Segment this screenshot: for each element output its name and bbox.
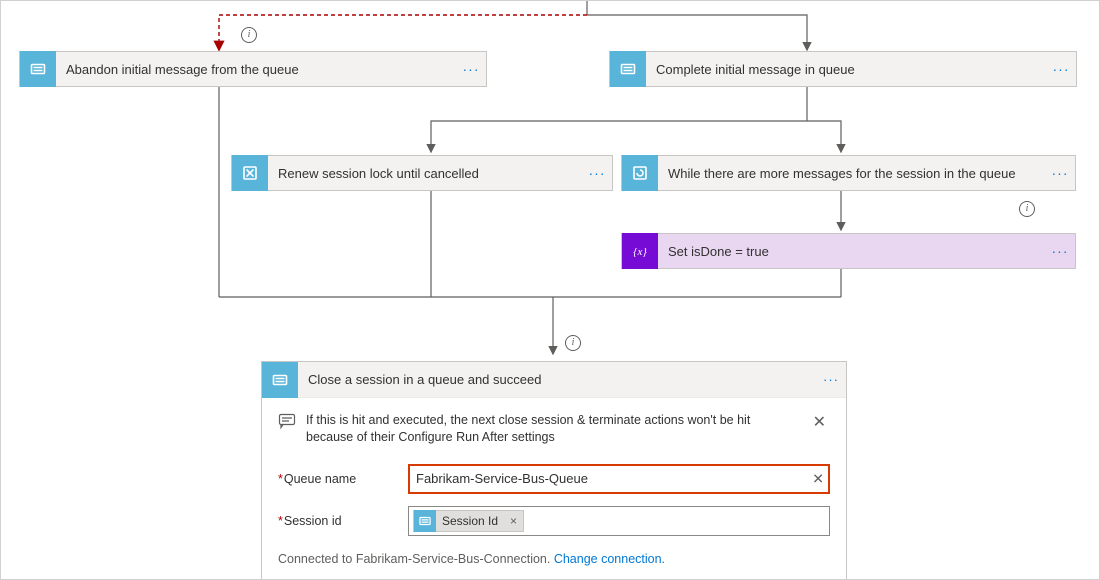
comment-text: If this is hit and executed, the next cl… [306,412,799,446]
scope-icon [622,155,658,191]
session-id-input[interactable]: Session Id × [408,506,830,536]
action-abandon-message[interactable]: Abandon initial message from the queue ·… [19,51,487,87]
action-menu-button[interactable]: ··· [1045,156,1075,190]
field-label: *Session id [278,514,408,528]
info-icon[interactable]: i [1019,201,1035,217]
service-bus-icon [610,51,646,87]
action-complete-message[interactable]: Complete initial message in queue ··· [609,51,1077,87]
panel-title: Close a session in a queue and succeed [298,372,816,387]
service-bus-icon [414,510,436,532]
action-title: Set isDone = true [658,234,1045,268]
action-menu-button[interactable]: ··· [582,156,612,190]
token-remove-button[interactable]: × [504,514,523,528]
comment-row: If this is hit and executed, the next cl… [278,408,830,458]
connection-text: Connected to Fabrikam-Service-Bus-Connec… [278,552,554,566]
field-label: *Queue name [278,472,408,486]
action-set-variable-isdone[interactable]: {x} Set isDone = true ··· [621,233,1076,269]
svg-text:{x}: {x} [633,246,647,258]
panel-header[interactable]: Close a session in a queue and succeed ·… [262,362,846,398]
action-menu-button[interactable]: ··· [1045,234,1075,268]
action-title: Abandon initial message from the queue [56,52,456,86]
service-bus-icon [262,362,298,398]
action-menu-button[interactable]: ··· [1046,52,1076,86]
field-queue-name: *Queue name ✕ [278,458,830,500]
panel-body: If this is hit and executed, the next cl… [262,398,846,580]
scope-renew-session-lock[interactable]: Renew session lock until cancelled ··· [231,155,613,191]
designer-canvas: i i i Abandon initial message from the q… [0,0,1100,580]
field-session-id: *Session id Session Id × [278,500,830,542]
while-title: While there are more messages for the se… [658,156,1045,190]
clear-input-button[interactable]: ✕ [812,470,824,487]
connection-footer: Connected to Fabrikam-Service-Bus-Connec… [278,542,830,566]
queue-name-input[interactable] [408,464,830,494]
info-icon[interactable]: i [565,335,581,351]
comment-icon [278,412,296,430]
action-title: Complete initial message in queue [646,52,1046,86]
action-close-session-panel: Close a session in a queue and succeed ·… [261,361,847,580]
change-connection-link[interactable]: Change connection. [554,552,665,566]
service-bus-icon [20,51,56,87]
while-loop-more-messages[interactable]: While there are more messages for the se… [621,155,1076,191]
token-label: Session Id [436,514,504,528]
scope-icon [232,155,268,191]
variable-icon: {x} [622,233,658,269]
info-icon[interactable]: i [241,27,257,43]
action-menu-button[interactable]: ··· [816,372,846,387]
session-id-token[interactable]: Session Id × [413,510,524,532]
scope-title: Renew session lock until cancelled [268,156,582,190]
action-menu-button[interactable]: ··· [456,52,486,86]
comment-close-button[interactable]: ✕ [809,412,830,432]
